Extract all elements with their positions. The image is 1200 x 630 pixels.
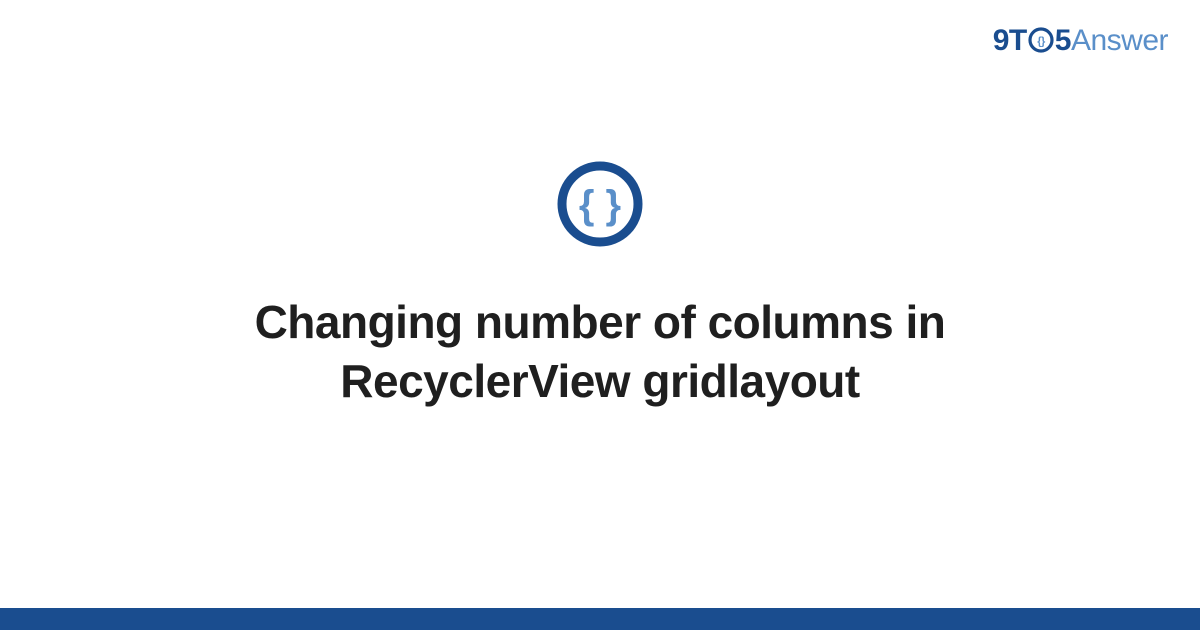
svg-text:{ }: { } — [579, 183, 621, 227]
footer-bar — [0, 608, 1200, 630]
page-title: Changing number of columns in RecyclerVi… — [150, 293, 1050, 411]
code-braces-icon: { } — [555, 159, 645, 249]
main-content: { } Changing number of columns in Recycl… — [0, 0, 1200, 630]
